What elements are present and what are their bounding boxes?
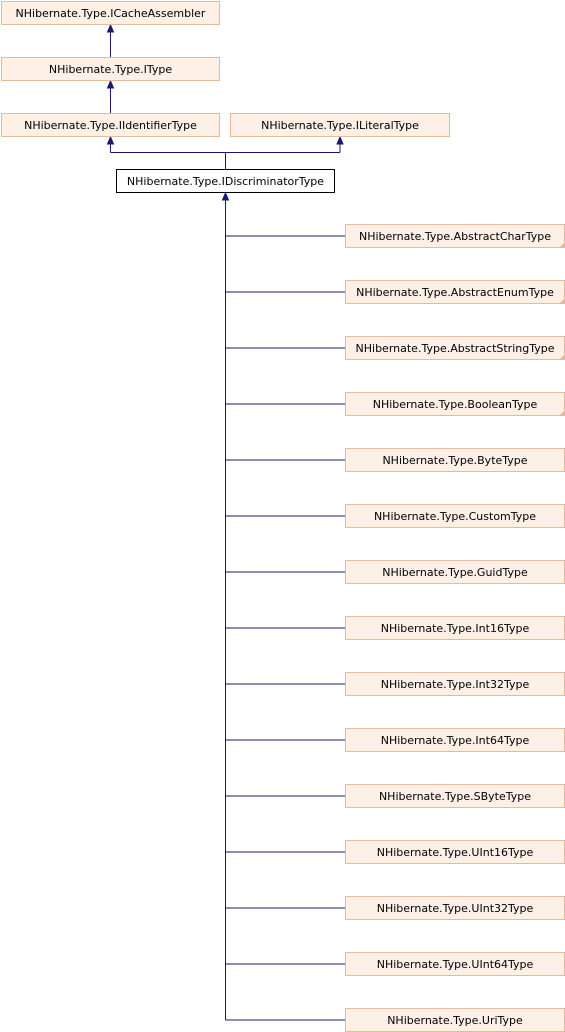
inheritance-arrowhead [221,191,230,201]
class-node-uint32type[interactable]: NHibernate.Type.UInt32Type [345,896,565,920]
class-node-abstractstringtype[interactable]: NHibernate.Type.AbstractStringType [345,336,565,360]
inheritance-diagram: NHibernate.Type.ICacheAssembler NHibernat… [1,1,565,1032]
inheritance-arrowhead [106,23,115,33]
class-node-label: NHibernate.Type.UriType [387,1014,523,1027]
class-node-label: NHibernate.Type.ICacheAssembler [16,7,206,20]
inheritance-arrowhead [106,79,115,89]
class-node-customtype[interactable]: NHibernate.Type.CustomType [345,504,565,528]
class-node-bytetype[interactable]: NHibernate.Type.ByteType [345,448,565,472]
class-node-iliteraltype[interactable]: NHibernate.Type.ILiteralType [230,113,450,137]
class-node-label: NHibernate.Type.IType [49,63,172,76]
class-node-uint64type[interactable]: NHibernate.Type.UInt64Type [345,952,565,976]
class-node-idiscriminatortype[interactable]: NHibernate.Type.IDiscriminatorType [116,169,335,193]
class-node-uritype[interactable]: NHibernate.Type.UriType [345,1008,565,1032]
class-node-int64type[interactable]: NHibernate.Type.Int64Type [345,728,565,752]
class-node-itype[interactable]: NHibernate.Type.IType [1,57,220,81]
class-node-label: NHibernate.Type.UInt16Type [377,846,534,859]
class-node-iidentifiertype[interactable]: NHibernate.Type.IIdentifierType [1,113,220,137]
class-node-label: NHibernate.Type.AbstractStringType [356,342,555,355]
inheritance-arrowhead [106,135,115,145]
class-node-label: NHibernate.Type.AbstractCharType [359,230,551,243]
class-node-label: NHibernate.Type.ByteType [382,454,527,467]
class-node-label: NHibernate.Type.GuidType [382,566,528,579]
class-node-icacheassembler[interactable]: NHibernate.Type.ICacheAssembler [1,1,220,25]
class-node-label: NHibernate.Type.UInt32Type [377,902,534,915]
class-node-guidtype[interactable]: NHibernate.Type.GuidType [345,560,565,584]
class-node-label: NHibernate.Type.Int32Type [381,678,530,691]
class-node-label: NHibernate.Type.AbstractEnumType [356,286,554,299]
class-node-label: NHibernate.Type.CustomType [374,510,536,523]
class-node-abstractenumtype[interactable]: NHibernate.Type.AbstractEnumType [345,280,565,304]
class-node-abstractchartype[interactable]: NHibernate.Type.AbstractCharType [345,224,565,248]
class-node-int32type[interactable]: NHibernate.Type.Int32Type [345,672,565,696]
inheritance-arrowhead [336,135,344,145]
class-node-int16type[interactable]: NHibernate.Type.Int16Type [345,616,565,640]
class-node-label: NHibernate.Type.Int16Type [381,622,530,635]
class-node-uint16type[interactable]: NHibernate.Type.UInt16Type [345,840,565,864]
class-node-label: NHibernate.Type.IDiscriminatorType [127,175,324,188]
class-node-label: NHibernate.Type.SByteType [379,790,531,803]
class-node-label: NHibernate.Type.BooleanType [373,398,538,411]
class-node-label: NHibernate.Type.UInt64Type [377,958,534,971]
class-node-booleantype[interactable]: NHibernate.Type.BooleanType [345,392,565,416]
class-node-label: NHibernate.Type.Int64Type [381,734,530,747]
class-node-sbytetype[interactable]: NHibernate.Type.SByteType [345,784,565,808]
class-node-label: NHibernate.Type.ILiteralType [261,119,419,132]
class-node-label: NHibernate.Type.IIdentifierType [24,119,197,132]
